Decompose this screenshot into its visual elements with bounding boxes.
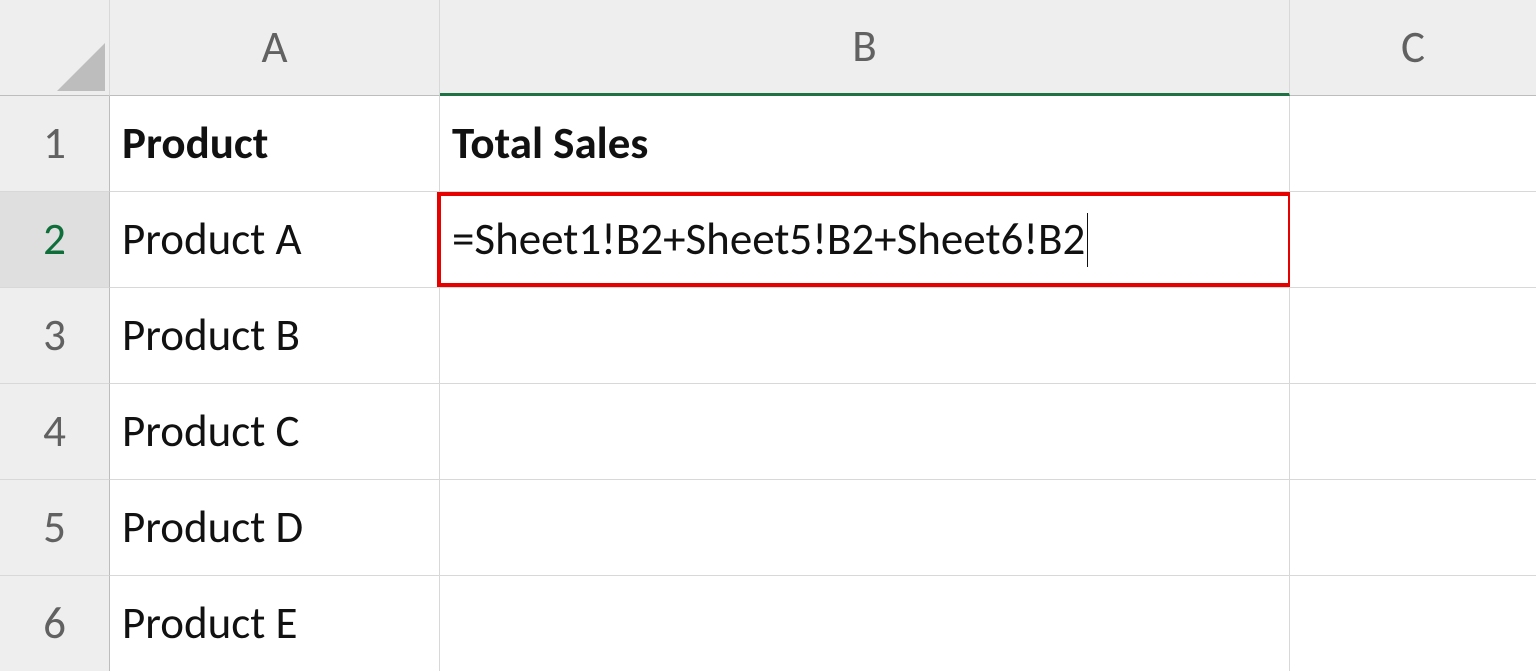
formula-text: =Sheet1!B2+Sheet5!B2+Sheet6!B2 <box>452 212 1085 267</box>
cell-C3[interactable] <box>1290 288 1536 384</box>
cell-B4[interactable] <box>440 384 1290 480</box>
row-header-1[interactable]: 1 <box>0 96 110 192</box>
cell-C1[interactable] <box>1290 96 1536 192</box>
cell-A4[interactable]: Product C <box>110 384 440 480</box>
row-header-6[interactable]: 6 <box>0 576 110 671</box>
col-header-B[interactable]: B <box>440 0 1290 96</box>
cell-B3[interactable] <box>440 288 1290 384</box>
cell-A6[interactable]: Product E <box>110 576 440 671</box>
row-header-3[interactable]: 3 <box>0 288 110 384</box>
cell-C4[interactable] <box>1290 384 1536 480</box>
row-header-2[interactable]: 2 <box>0 192 110 288</box>
cell-B6[interactable] <box>440 576 1290 671</box>
text-cursor <box>1087 213 1088 267</box>
row-header-5[interactable]: 5 <box>0 480 110 576</box>
select-all-triangle[interactable] <box>0 0 110 96</box>
cell-C5[interactable] <box>1290 480 1536 576</box>
row-header-4[interactable]: 4 <box>0 384 110 480</box>
cell-B1[interactable]: Total Sales <box>440 96 1290 192</box>
cell-B2-editing[interactable]: =Sheet1!B2+Sheet5!B2+Sheet6!B2 <box>440 192 1290 288</box>
cell-B5[interactable] <box>440 480 1290 576</box>
cell-C6[interactable] <box>1290 576 1536 671</box>
cell-C2[interactable] <box>1290 192 1536 288</box>
cell-A3[interactable]: Product B <box>110 288 440 384</box>
spreadsheet-grid[interactable]: A B C 1 Product Total Sales 2 Product A … <box>0 0 1536 671</box>
cell-A5[interactable]: Product D <box>110 480 440 576</box>
col-header-C[interactable]: C <box>1290 0 1536 96</box>
cell-A1[interactable]: Product <box>110 96 440 192</box>
cell-A2[interactable]: Product A <box>110 192 440 288</box>
col-header-A[interactable]: A <box>110 0 440 96</box>
